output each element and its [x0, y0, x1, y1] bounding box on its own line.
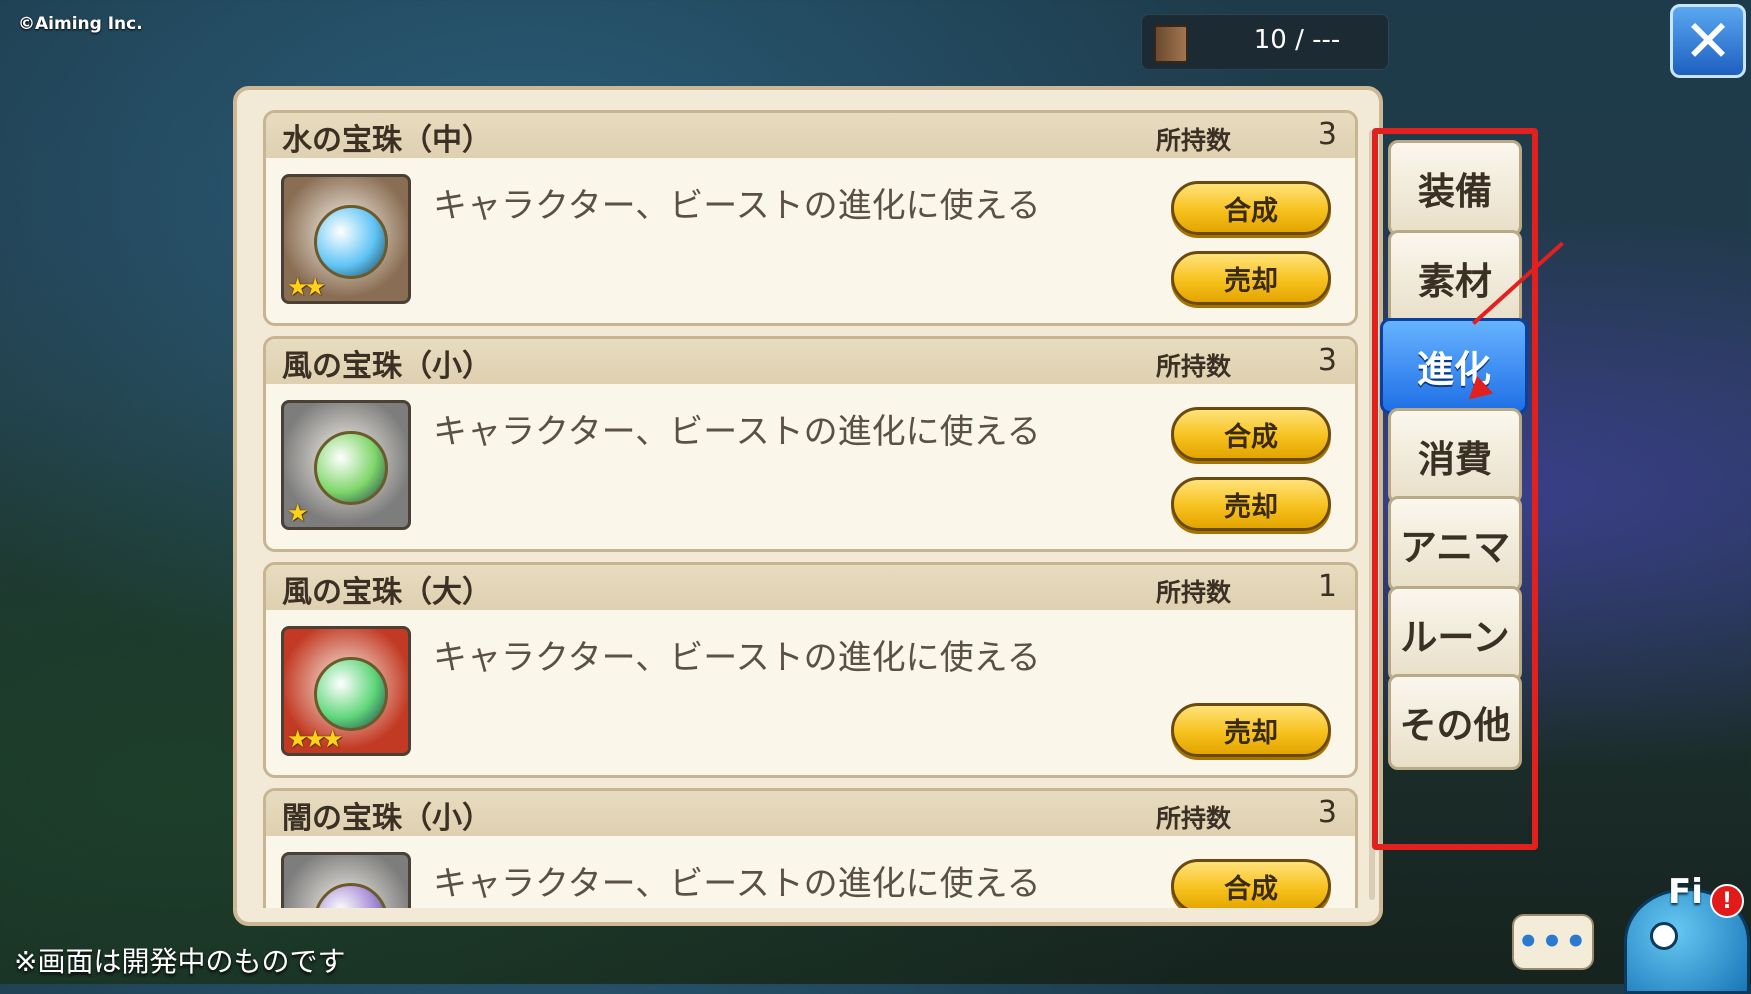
- tab-other[interactable]: その他: [1388, 674, 1522, 770]
- orb-icon: [314, 883, 388, 908]
- copyright-text: ©Aiming Inc.: [18, 14, 143, 34]
- item-list-panel: 水の宝珠（中） 所持数 3 ★★ キャラクター、ビーストの進化に使える 合成 売却 風の宝珠（…: [233, 86, 1383, 926]
- tab-evolution[interactable]: 進化: [1380, 318, 1528, 414]
- mascot-eye: [1650, 922, 1678, 950]
- item-list[interactable]: 水の宝珠（中） 所持数 3 ★★ キャラクター、ビーストの進化に使える 合成 売却 風の宝珠（…: [263, 110, 1363, 908]
- owned-count: 3: [1317, 795, 1337, 830]
- item-thumbnail[interactable]: ★★: [281, 174, 411, 304]
- rarity-stars: ★★★: [287, 725, 344, 753]
- item-header: 風の宝珠（小） 所持数 3: [266, 339, 1355, 384]
- owned-count: 3: [1317, 343, 1337, 378]
- chat-button[interactable]: •••: [1512, 914, 1594, 970]
- item-name: 風の宝珠（大）: [282, 575, 492, 610]
- mascot-label: Fi: [1668, 872, 1703, 912]
- combine-button[interactable]: 合成: [1171, 859, 1331, 908]
- sell-button[interactable]: 売却: [1171, 703, 1331, 757]
- tab-anima[interactable]: アニマ: [1388, 496, 1522, 592]
- mascot-button[interactable]: Fi !: [1610, 870, 1751, 994]
- tab-runes[interactable]: ルーン: [1388, 586, 1522, 682]
- item-description: キャラクター、ビーストの進化に使える: [433, 412, 1041, 452]
- list-item[interactable]: 風の宝珠（小） 所持数 3 ★ キャラクター、ビーストの進化に使える 合成売却: [263, 336, 1358, 552]
- book-icon: [1154, 25, 1188, 63]
- item-header: 闇の宝珠（小） 所持数 3: [266, 791, 1355, 836]
- capacity-text: 10 / ---: [1253, 25, 1341, 55]
- owned-count: 3: [1317, 117, 1337, 152]
- close-button[interactable]: ✕: [1670, 4, 1746, 78]
- owned-count-label: 所持数: [1156, 352, 1232, 381]
- owned-count-label: 所持数: [1156, 578, 1232, 607]
- item-name: 風の宝珠（小）: [282, 349, 492, 384]
- development-note: ※画面は開発中のものです: [14, 945, 346, 978]
- combine-button[interactable]: 合成: [1171, 407, 1331, 461]
- owned-count-label: 所持数: [1156, 126, 1232, 155]
- list-item[interactable]: 闇の宝珠（小） 所持数 3 キャラクター、ビーストの進化に使える 合成: [263, 788, 1358, 908]
- rarity-stars: ★: [287, 499, 308, 527]
- rarity-stars: ★★: [287, 273, 326, 301]
- item-name: 闇の宝珠（小）: [282, 801, 492, 836]
- item-header: 水の宝珠（中） 所持数 3: [266, 113, 1355, 158]
- item-thumbnail[interactable]: ★: [281, 400, 411, 530]
- orb-icon: [314, 205, 388, 279]
- orb-icon: [314, 657, 388, 731]
- tab-consumables[interactable]: 消費: [1388, 408, 1522, 504]
- category-tabs: 装備 素材 進化 消費 アニマ ルーン その他: [1372, 128, 1538, 850]
- list-item[interactable]: 風の宝珠（大） 所持数 1 ★★★ キャラクター、ビーストの進化に使える売却: [263, 562, 1358, 778]
- sell-button[interactable]: 売却: [1171, 251, 1331, 305]
- tab-materials[interactable]: 素材: [1388, 230, 1522, 326]
- alert-badge: !: [1710, 884, 1744, 918]
- combine-button[interactable]: 合成: [1171, 181, 1331, 235]
- tab-equipment[interactable]: 装備: [1388, 140, 1522, 236]
- item-header: 風の宝珠（大） 所持数 1: [266, 565, 1355, 610]
- list-item[interactable]: 水の宝珠（中） 所持数 3 ★★ キャラクター、ビーストの進化に使える 合成売却: [263, 110, 1358, 326]
- item-thumbnail[interactable]: ★★★: [281, 626, 411, 756]
- item-description: キャラクター、ビーストの進化に使える: [433, 638, 1041, 678]
- item-name: 水の宝珠（中）: [282, 123, 492, 158]
- item-description: キャラクター、ビーストの進化に使える: [433, 186, 1041, 226]
- chat-bubble-icon: •••: [1517, 922, 1589, 962]
- sell-button[interactable]: 売却: [1171, 477, 1331, 531]
- orb-icon: [314, 431, 388, 505]
- item-description: キャラクター、ビーストの進化に使える: [433, 864, 1041, 904]
- item-thumbnail[interactable]: [281, 852, 411, 908]
- inventory-capacity: 10 / ---: [1141, 14, 1389, 70]
- owned-count: 1: [1317, 569, 1337, 604]
- close-icon: ✕: [1683, 7, 1733, 75]
- owned-count-label: 所持数: [1156, 804, 1232, 833]
